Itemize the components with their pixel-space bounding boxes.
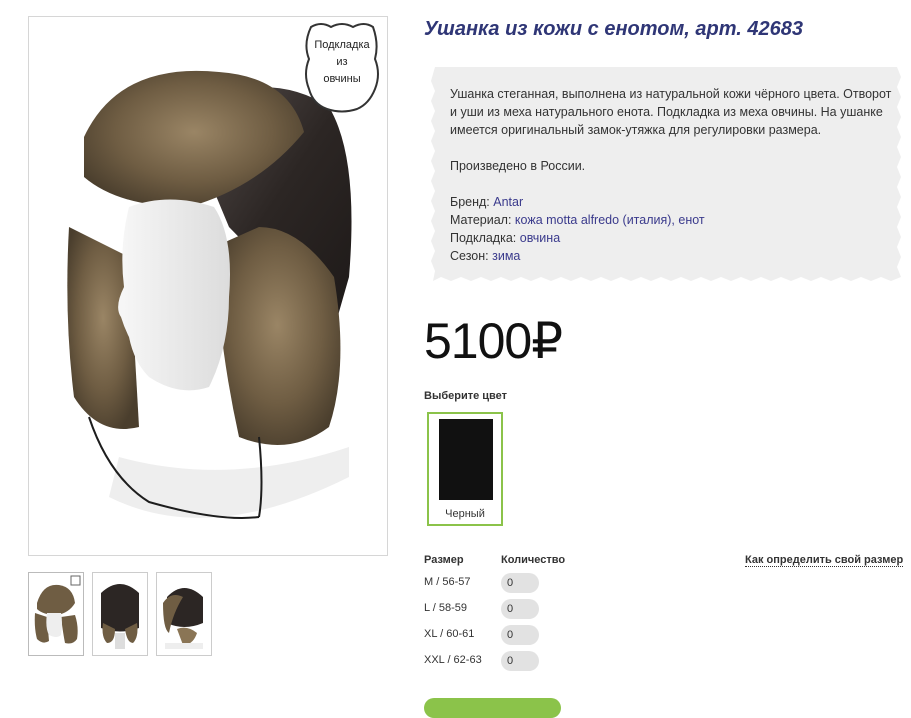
description-text: Ушанка стеганная, выполнена из натуральн…: [450, 87, 892, 137]
quantity-input[interactable]: [501, 651, 539, 671]
spec-brand: Бренд: Antar: [450, 193, 895, 211]
spec-label: Бренд:: [450, 195, 490, 209]
size-column-header: Размер: [424, 554, 464, 566]
size-name: L / 58-59: [424, 602, 468, 614]
add-to-cart-button[interactable]: [424, 698, 561, 718]
spec-value-link[interactable]: кожа motta alfredo (италия), енот: [515, 213, 705, 227]
size-name: XXL / 62-63: [424, 654, 482, 666]
spec-label: Подкладка:: [450, 231, 517, 245]
spec-label: Материал:: [450, 213, 512, 227]
main-product-image[interactable]: Подкладка из овчины: [28, 16, 388, 556]
badge-line: из: [336, 56, 348, 68]
quantity-column-header: Количество: [501, 554, 566, 566]
thumbnail-back[interactable]: [156, 572, 212, 656]
badge-line: Подкладка: [314, 39, 370, 51]
product-title: Ушанка из кожи с енотом, арт. 42683: [424, 18, 803, 40]
badge-line: овчины: [323, 73, 361, 85]
color-swatch-black[interactable]: Черный: [427, 412, 503, 526]
sheepskin-badge-text: Подкладка из овчины: [301, 37, 383, 88]
color-swatch-name: Черный: [445, 508, 485, 520]
thumbnail-front[interactable]: [28, 572, 84, 656]
quantity-input[interactable]: [501, 625, 539, 645]
origin-text: Произведено в России.: [450, 159, 586, 173]
size-name: XL / 60-61: [424, 628, 475, 640]
spec-season: Сезон: зима: [450, 247, 895, 265]
spec-lining: Подкладка: овчина: [450, 229, 895, 247]
quantity-input[interactable]: [501, 599, 539, 619]
size-guide-link[interactable]: Как определить свой размер: [745, 554, 904, 567]
color-label: Выберите цвет: [424, 390, 508, 402]
spec-material: Материал: кожа motta alfredo (италия), е…: [450, 211, 895, 229]
color-swatch-preview: [439, 419, 493, 500]
thumbnail-side[interactable]: [92, 572, 148, 656]
spec-value-link[interactable]: овчина: [520, 231, 560, 245]
description-box: Ушанка стеганная, выполнена из натуральн…: [427, 63, 905, 285]
spec-label: Сезон:: [450, 249, 489, 263]
spec-value-link[interactable]: зима: [492, 249, 520, 263]
quantity-input[interactable]: [501, 573, 539, 593]
product-price: 5100₽: [424, 313, 563, 369]
size-name: M / 56-57: [424, 576, 471, 588]
spec-value-link[interactable]: Antar: [493, 195, 523, 209]
thumbnail-strip: [28, 572, 212, 656]
